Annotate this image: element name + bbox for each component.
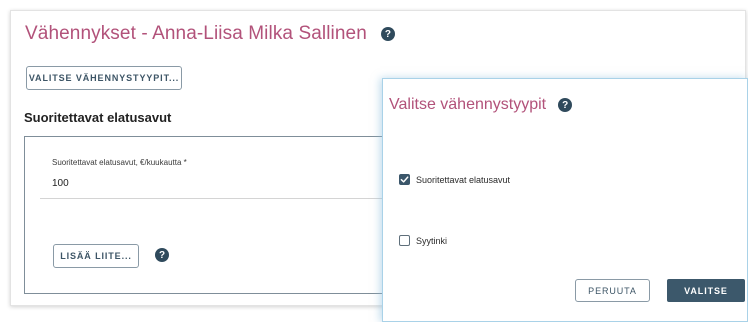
page-header: Vähennykset - Anna-Liisa Milka Sallinen …: [25, 23, 395, 45]
attachment-help-icon[interactable]: ?: [155, 248, 169, 262]
confirm-select-button[interactable]: VALITSE: [667, 279, 745, 302]
add-attachment-button[interactable]: LISÄÄ LIITE...: [53, 244, 139, 268]
maintenance-amount-input[interactable]: 100: [52, 178, 69, 189]
maintenance-amount-label: Suoritettavat elatusavut, €/kuukautta *: [52, 158, 187, 167]
cancel-button[interactable]: PERUUTA: [575, 279, 650, 302]
page-title: Vähennykset - Anna-Liisa Milka Sallinen: [25, 23, 367, 44]
select-deduction-types-dialog: Valitse vähennystyypit ? Suoritettavat e…: [382, 78, 748, 322]
checkmark-icon: [400, 176, 409, 183]
select-deduction-types-button[interactable]: VALITSE VÄHENNYSTYYPIT...: [26, 66, 182, 90]
dialog-help-icon[interactable]: ?: [558, 98, 573, 112]
dialog-title: Valitse vähennystyypit: [389, 96, 547, 113]
option-syytinki[interactable]: Syytinki: [399, 235, 447, 246]
help-icon[interactable]: ?: [380, 27, 395, 41]
checkbox-maintenance-payments[interactable]: [399, 174, 410, 185]
option-label: Syytinki: [416, 235, 448, 246]
option-maintenance-payments[interactable]: Suoritettavat elatusavut: [399, 174, 510, 185]
section-title: Suoritettavat elatusavut: [24, 110, 172, 125]
maintenance-payments-section: Suoritettavat elatusavut, €/kuukautta * …: [24, 136, 425, 294]
option-label: Suoritettavat elatusavut: [416, 174, 511, 185]
dialog-header: Valitse vähennystyypit ?: [389, 96, 573, 114]
checkbox-syytinki[interactable]: [399, 235, 410, 246]
input-underline: [40, 198, 425, 199]
